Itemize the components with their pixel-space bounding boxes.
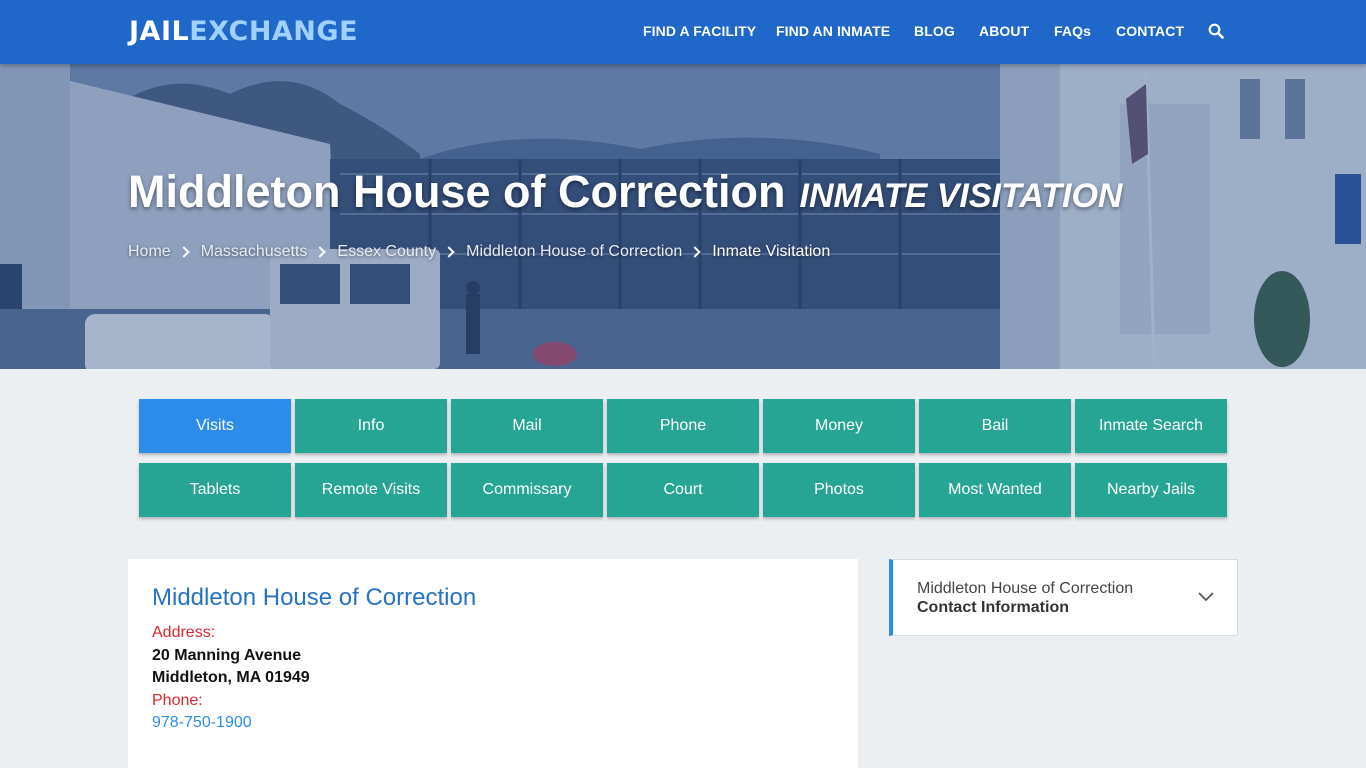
accordion-title: Contact Information [917, 599, 1069, 616]
breadcrumb-facility[interactable]: Middleton House of Correction [466, 243, 682, 261]
address-label: Address: [152, 624, 216, 641]
nav-find-inmate[interactable]: FIND AN INMATE [776, 23, 890, 39]
chevron-right-icon [178, 246, 190, 258]
hero-banner: Middleton House of Correction Inmate Visi… [0, 64, 1366, 369]
nav-about[interactable]: ABOUT [979, 23, 1029, 39]
logo-text-exchange: EXCHANGE [189, 16, 359, 47]
address-line-1: 20 Manning Avenue [152, 647, 302, 664]
site-logo[interactable]: JAILEXCHANGE [129, 15, 358, 49]
nav-blog[interactable]: BLOG [914, 23, 955, 39]
tab-info[interactable]: Info [295, 399, 447, 453]
tab-court[interactable]: Court [607, 463, 759, 517]
page-title-subtitle: Inmate Visitation [799, 177, 1123, 215]
breadcrumb-current: Inmate Visitation [712, 243, 831, 260]
phone-link[interactable]: 978-750-1900 [152, 714, 252, 732]
top-navbar: JAILEXCHANGE FIND A FACILITY FIND AN INM… [0, 0, 1366, 64]
tab-commissary[interactable]: Commissary [451, 463, 603, 517]
tab-money[interactable]: Money [763, 399, 915, 453]
chevron-right-icon [689, 246, 701, 258]
chevron-right-icon [443, 246, 455, 258]
tab-nearby-jails[interactable]: Nearby Jails [1075, 463, 1227, 517]
nav-find-facility[interactable]: FIND A FACILITY [643, 23, 756, 39]
breadcrumb-state[interactable]: Massachusetts [201, 243, 308, 261]
chevron-right-icon [314, 246, 327, 258]
tab-remote-visits[interactable]: Remote Visits [295, 463, 447, 517]
nav-faqs[interactable]: FAQs [1054, 23, 1091, 39]
tab-phone[interactable]: Phone [607, 399, 759, 453]
breadcrumb-county[interactable]: Essex County [337, 243, 436, 261]
logo-text-jail: JAIL [129, 16, 190, 47]
facility-info-card: Middleton House of Correction Address: 2… [128, 559, 858, 768]
page-title: Middleton House of Correction Inmate Visi… [128, 164, 1122, 224]
nav-contact[interactable]: CONTACT [1116, 23, 1184, 39]
accordion-facility-name: Middleton House of Correction [917, 580, 1134, 597]
page-title-main: Middleton House of Correction [128, 166, 786, 217]
tab-bail[interactable]: Bail [919, 399, 1071, 453]
tab-most-wanted[interactable]: Most Wanted [919, 463, 1071, 517]
tab-inmate-search[interactable]: Inmate Search [1075, 399, 1227, 453]
address-line-2: Middleton, MA 01949 [152, 669, 310, 686]
tab-photos[interactable]: Photos [763, 463, 915, 517]
tab-visits[interactable]: Visits [139, 399, 291, 453]
tab-tablets[interactable]: Tablets [139, 463, 291, 517]
phone-label: Phone: [152, 692, 203, 709]
contact-info-accordion[interactable]: Middleton House of Correction Contact In… [889, 559, 1238, 636]
search-icon[interactable] [1208, 23, 1224, 39]
chevron-down-icon[interactable] [1197, 590, 1215, 602]
facility-name-heading[interactable]: Middleton House of Correction [152, 584, 476, 612]
breadcrumb: Home Massachusetts Essex County Middleto… [128, 243, 830, 261]
tab-mail[interactable]: Mail [451, 399, 603, 453]
breadcrumb-home[interactable]: Home [128, 243, 171, 261]
